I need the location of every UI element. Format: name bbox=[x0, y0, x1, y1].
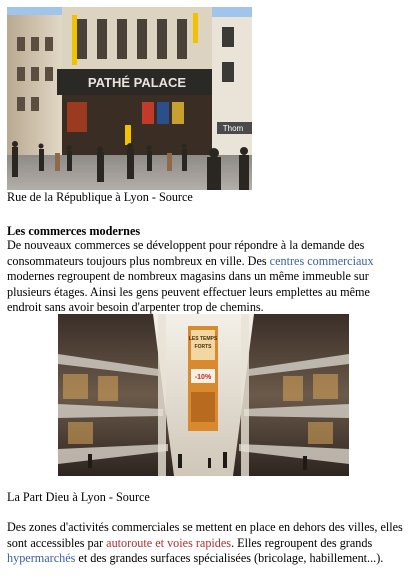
banner-line3: -10% bbox=[195, 374, 212, 381]
paragraph-text: modernes regroupent de nombreux magasins… bbox=[7, 269, 370, 315]
street-photo-caption: Rue de la République à Lyon - Source bbox=[7, 190, 193, 204]
zones-paragraph: Des zones d'activités commerciales se me… bbox=[7, 520, 405, 567]
street-photo: PATHÉ PALACE Thom bbox=[7, 7, 252, 190]
paragraph-text: et des grandes surfaces spécialisées (br… bbox=[75, 551, 384, 566]
banner-line2: FORTS bbox=[195, 344, 213, 350]
mall-photo: LES TEMPS FORTS -10% bbox=[58, 314, 349, 476]
shop-sign: Thom bbox=[223, 124, 244, 133]
cinema-sign: PATHÉ PALACE bbox=[88, 75, 187, 90]
autoroute-link[interactable]: autoroute et voies rapides bbox=[106, 536, 231, 550]
paragraph-text: . Elles regroupent des grands bbox=[231, 535, 373, 550]
banner-line1: LES TEMPS bbox=[189, 336, 218, 342]
hypermarches-link[interactable]: hypermarchés bbox=[7, 551, 75, 565]
commerces-paragraph: De nouveaux commerces se développent pou… bbox=[7, 238, 405, 316]
mall-photo-caption: La Part Dieu à Lyon - Source bbox=[7, 490, 150, 504]
centres-commerciaux-link[interactable]: centres commerciaux bbox=[270, 254, 374, 268]
section-heading: Les commerces modernes bbox=[7, 224, 141, 238]
